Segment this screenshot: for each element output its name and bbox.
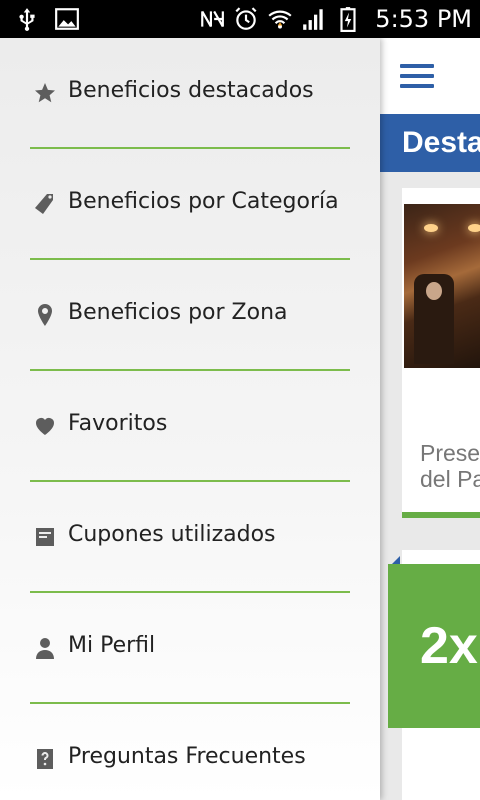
drawer-item-beneficios-por-zona[interactable]: Beneficios por Zona <box>0 260 380 371</box>
benefit-card-image <box>404 204 480 368</box>
faq-icon <box>32 746 58 772</box>
signal-icon <box>301 6 327 32</box>
status-time: 5:53 PM <box>375 5 472 33</box>
hamburger-menu-icon[interactable] <box>400 64 434 88</box>
person-icon <box>32 635 58 661</box>
drawer-item-label: Preguntas Frecuentes <box>68 744 306 769</box>
drawer-item-preguntas-frecuentes[interactable]: Preguntas Frecuentes <box>0 704 380 800</box>
promo-badge: 2x <box>388 564 480 728</box>
alarm-icon <box>233 6 259 32</box>
benefit-card-text: Preser del Pa <box>420 440 480 492</box>
drawer-item-label: Mi Perfil <box>68 633 156 658</box>
drawer-item-beneficios-destacados[interactable]: Beneficios destacados <box>0 38 380 149</box>
drawer-item-favoritos[interactable]: Favoritos <box>0 371 380 482</box>
heart-icon <box>32 413 58 439</box>
drawer-item-label: Beneficios por Zona <box>68 300 288 325</box>
drawer-item-label: Beneficios destacados <box>68 78 314 103</box>
navigation-drawer: Beneficios destacados Beneficios por Cat… <box>0 38 380 800</box>
drawer-item-mi-perfil[interactable]: Mi Perfil <box>0 593 380 704</box>
section-header: Desta <box>380 114 480 172</box>
drawer-item-label: Cupones utilizados <box>68 522 276 547</box>
main-content: Desta Preser del Pa 2x <box>380 38 480 800</box>
location-pin-icon <box>32 302 58 328</box>
drawer-item-label: Beneficios por Categoría <box>68 189 339 214</box>
benefit-card-text-line2: del Pa <box>420 466 480 492</box>
status-bar: 5:53 PM <box>0 0 480 38</box>
battery-charging-icon <box>335 6 361 32</box>
coupon-icon <box>32 524 58 550</box>
star-icon <box>32 80 58 106</box>
benefit-card[interactable]: Preser del Pa <box>402 188 480 518</box>
drawer-item-beneficios-por-categoria[interactable]: Beneficios por Categoría <box>0 149 380 260</box>
usb-icon <box>14 6 40 32</box>
drawer-item-label: Favoritos <box>68 411 168 436</box>
app-bar <box>380 38 480 114</box>
wifi-icon <box>267 6 293 32</box>
tag-icon <box>32 191 58 217</box>
benefit-card-text-line1: Preser <box>420 440 480 466</box>
drawer-item-cupones-utilizados[interactable]: Cupones utilizados <box>0 482 380 593</box>
image-icon <box>54 6 80 32</box>
nfc-icon <box>199 6 225 32</box>
